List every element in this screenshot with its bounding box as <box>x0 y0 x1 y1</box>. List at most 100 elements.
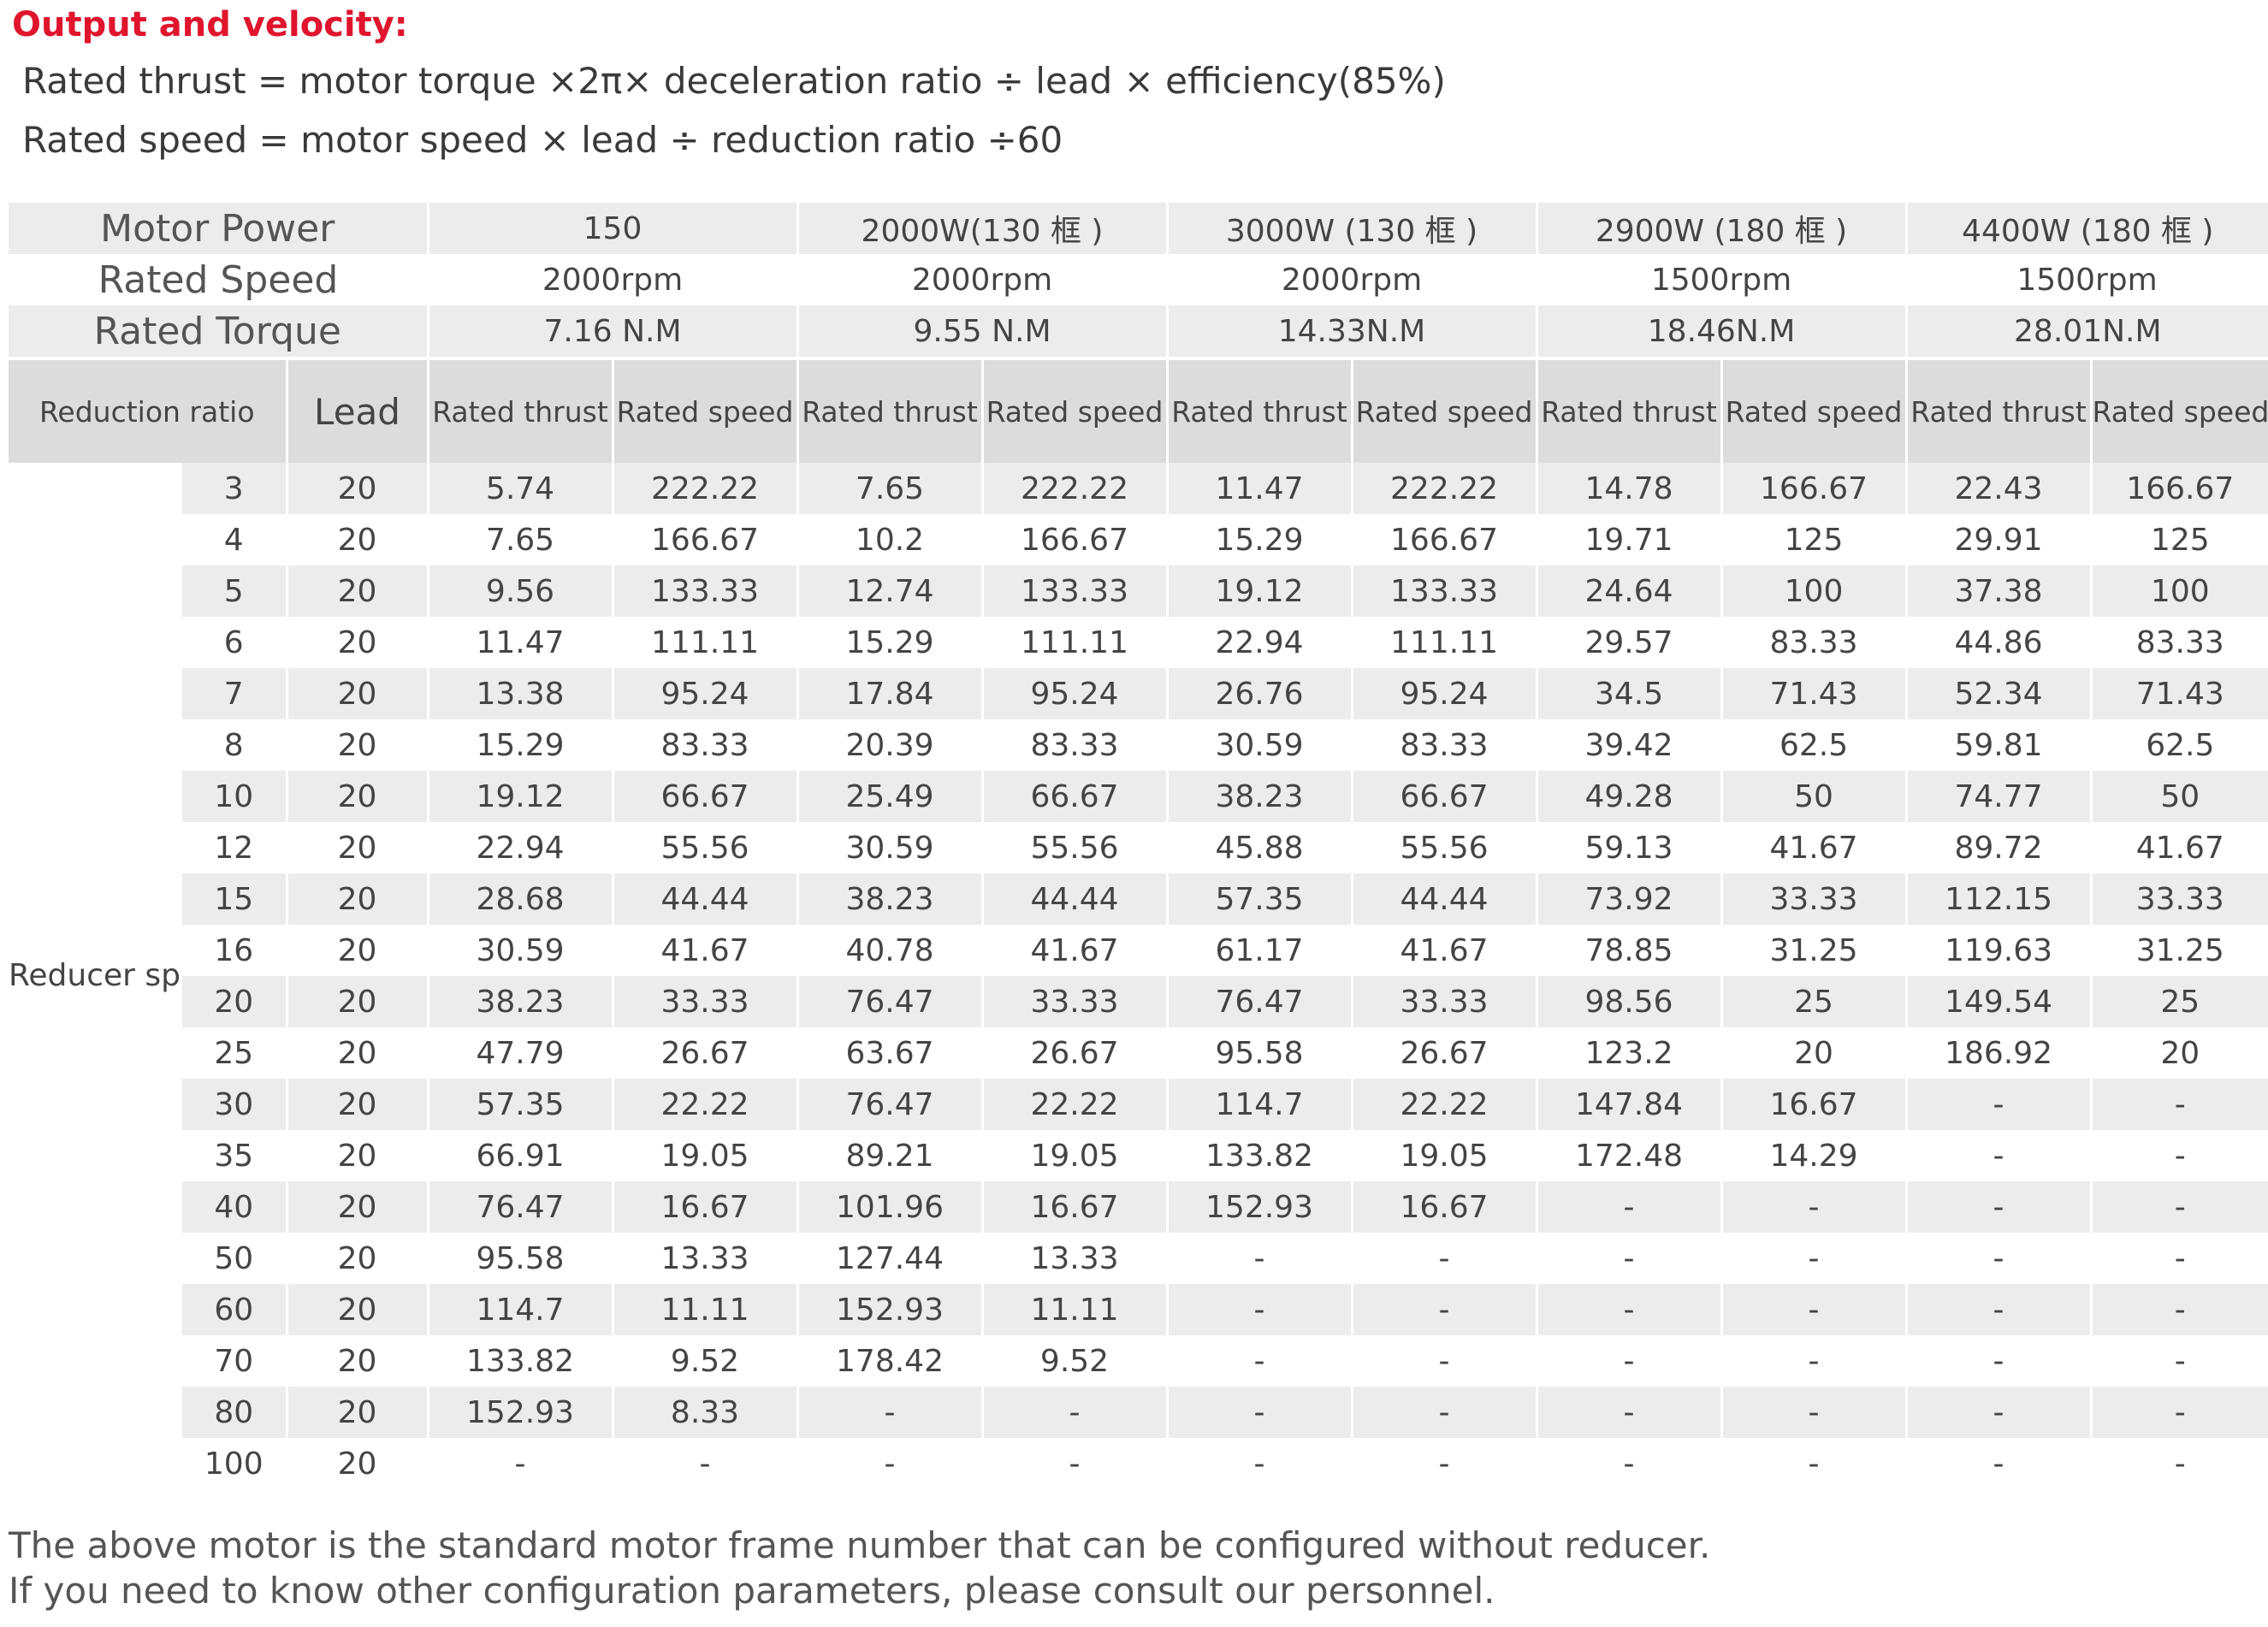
rated-speed-cell: 100 <box>2091 565 2268 617</box>
rated-thrust-cell: 15.29 <box>797 617 984 668</box>
rated-speed-cell: 125 <box>2150 522 2210 558</box>
rated-speed-cell: 55.56 <box>1352 822 1538 873</box>
rated-speed-cell: 41.67 <box>613 925 799 976</box>
rated-thrust-cell: 17.84 <box>797 668 984 719</box>
rated-thrust-cell: - <box>1167 1233 1353 1284</box>
rated-thrust-cell: 73.92 <box>1537 873 1723 925</box>
rated-thrust-cell: 5.74 <box>428 463 614 514</box>
rated-thrust-cell: - <box>1537 1335 1723 1387</box>
rated-thrust-cell: 14.78 <box>1537 463 1723 514</box>
rated-speed-cell: 44.44 <box>1352 873 1538 925</box>
rated-thrust-cell: 59.13 <box>1537 822 1723 873</box>
rated-speed-cell: - <box>1721 1233 1908 1284</box>
rated-thrust-cell: 7.65 <box>428 514 614 565</box>
speed-formula: Rated speed = motor speed × lead ÷ reduc… <box>22 119 1063 161</box>
rated-thrust-cell: 22.94 <box>1167 617 1353 668</box>
rated-speed-cell: - <box>2174 1240 2186 1276</box>
rated-thrust-cell: 30.59 <box>797 822 984 873</box>
rated-torque-value: 18.46N.M <box>1537 305 1908 358</box>
rated-thrust-cell: - <box>1906 1387 2093 1438</box>
rated-speed-cell: - <box>1352 1284 1538 1335</box>
rated-thrust-cell: 47.79 <box>428 1027 614 1079</box>
rated-thrust-cell: 39.42 <box>1537 719 1723 771</box>
rated-speed-cell: 41.67 <box>1352 925 1538 976</box>
table-row: 80 20 152.93 8.33- - - - - - - - <box>9 1387 2268 1438</box>
rated-speed-cell: 19.05 <box>613 1130 799 1181</box>
motor-power-label: Motor Power <box>9 203 429 254</box>
reduction-ratio-cell: 4 <box>182 514 288 565</box>
rated-speed-cell: 16.67 <box>1352 1181 1538 1233</box>
rated-thrust-cell: 12.74 <box>797 565 984 617</box>
rated-thrust-cell: 66.91 <box>428 1130 614 1181</box>
rated-speed-cell: - <box>1721 1438 1908 1489</box>
rated-speed-cell: 95.24 <box>982 668 1169 719</box>
rated-thrust-cell: 15.29 <box>1167 514 1353 565</box>
rated-thrust-cell: 178.42 <box>797 1335 984 1387</box>
table-row: 7 20 13.38 95.24 17.84 95.24 26.76 95.24 34.5 71.… <box>9 668 2268 719</box>
rated-thrust-cell: 76.47 <box>428 1181 614 1233</box>
rated-thrust-cell: 38.23 <box>428 976 614 1027</box>
lead-cell: 20 <box>287 719 429 771</box>
rated-thrust-cell: 49.28 <box>1537 771 1723 822</box>
rated-thrust-cell: - <box>1537 1387 1723 1438</box>
lead-cell: 20 <box>287 771 429 822</box>
rated-thrust-cell: 37.38 <box>1906 565 2093 617</box>
rated-speed-value: 2000rpm <box>1281 262 1423 298</box>
table-row: 12 20 22.94 55.56 30.59 55.56 45.88 55.56 59.13 4… <box>9 822 2268 873</box>
rated-thrust-cell: 30.59 <box>1167 719 1353 771</box>
reduction-ratio-cell: 100 <box>182 1438 288 1489</box>
rated-speed-cell: 41.67 <box>1721 822 1908 873</box>
rated-thrust-cell: 44.86 <box>1906 617 2093 668</box>
rated-thrust-cell: 25.49 <box>797 771 984 822</box>
rated-speed-cell: - <box>2174 1138 2186 1174</box>
rated-speed-cell: 125 <box>1721 514 1908 565</box>
rated-thrust-cell: - <box>1167 1284 1353 1335</box>
reduction-ratio-cell: 30 <box>182 1079 288 1130</box>
rated-speed-cell: 13.33 <box>613 1233 799 1284</box>
rated-thrust-cell: 24.64 <box>1537 565 1723 617</box>
table-row: 6 20 11.47 111.11 15.29 111.11 22.94 111.11 29.5… <box>9 617 2268 668</box>
rated-speed-cell: 166.67 <box>2091 463 2268 514</box>
rated-speed-cell: 111.11 <box>1352 617 1538 668</box>
rated-speed-cell: 20 <box>2160 1035 2200 1071</box>
rated-speed-cell: - <box>1352 1233 1538 1284</box>
reduction-ratio-cell: 25 <box>182 1027 288 1079</box>
rated-thrust-cell: 19.12 <box>428 771 614 822</box>
reduction-ratio-cell: 40 <box>182 1181 288 1233</box>
rated-speed-cell: 166.67 <box>1352 514 1538 565</box>
lead-cell: 20 <box>287 617 429 668</box>
lead-cell: 20 <box>287 565 429 617</box>
rated-speed-cell: 133.33 <box>1352 565 1538 617</box>
rated-thrust-cell: 89.21 <box>797 1130 984 1181</box>
rated-thrust-cell: - <box>1906 1335 2093 1387</box>
rated-speed-cell: - <box>2091 1181 2268 1233</box>
rated-speed-cell: 22.22 <box>982 1079 1169 1130</box>
rated-thrust-cell: 59.81 <box>1906 719 2093 771</box>
rated-speed-cell: 55.56 <box>613 822 799 873</box>
rated-speed-cell: - <box>613 1438 799 1489</box>
lead-cell: 20 <box>287 1130 429 1181</box>
reduction-ratio-cell: 35 <box>182 1130 288 1181</box>
reduction-ratio-cell: 8 <box>182 719 288 771</box>
rated-thrust-cell: 20.39 <box>797 719 984 771</box>
rated-speed-cell: - <box>2091 1387 2268 1438</box>
col-header-rated-speed: Rated speed <box>1721 357 1908 463</box>
rated-speed-cell: 166.67 <box>1721 463 1908 514</box>
rated-thrust-cell: - <box>1537 1233 1723 1284</box>
rated-speed-cell: 16.67 <box>982 1181 1169 1233</box>
rated-speed-cell: 33.33 <box>613 976 799 1027</box>
rated-thrust-cell: 172.48 <box>1537 1130 1723 1181</box>
rated-thrust-cell: 63.67 <box>797 1027 984 1079</box>
lead-cell: 20 <box>287 1335 429 1387</box>
rated-speed-cell: 16.67 <box>1721 1079 1908 1130</box>
rated-speed-cell: 11.11 <box>613 1284 799 1335</box>
rated-speed-cell: 33.33 <box>1352 976 1538 1027</box>
rated-speed-cell: 22.22 <box>1352 1079 1538 1130</box>
rated-thrust-cell: 89.72 <box>1906 822 2093 873</box>
lead-cell: 20 <box>287 1284 429 1335</box>
rated-speed-cell: 66.67 <box>1352 771 1538 822</box>
col-header-rated-thrust: Rated thrust <box>797 357 984 463</box>
rated-thrust-cell: 76.47 <box>797 1079 984 1130</box>
rated-speed-value: 2000rpm <box>911 262 1053 298</box>
rated-speed-cell: 16.67 <box>613 1181 799 1233</box>
